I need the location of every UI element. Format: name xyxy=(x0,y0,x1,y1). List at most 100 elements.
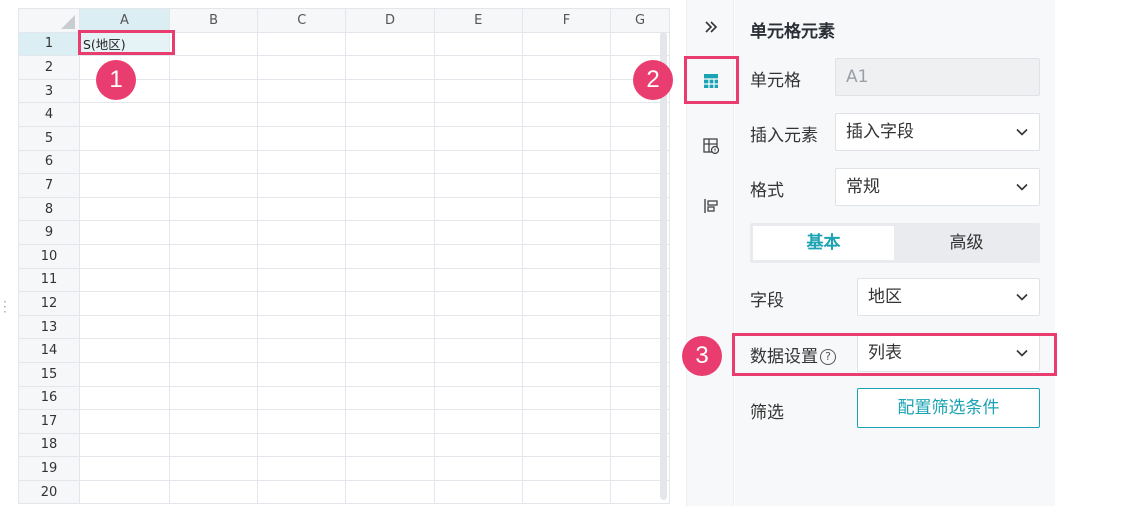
sheet-cell[interactable] xyxy=(79,173,170,198)
sheet-cell[interactable] xyxy=(521,479,612,505)
sheet-cell[interactable] xyxy=(345,267,435,293)
sheet-cell[interactable] xyxy=(433,125,523,151)
row-header[interactable]: 9 xyxy=(18,220,80,245)
sheet-cell[interactable] xyxy=(345,338,435,363)
sheet-cell[interactable] xyxy=(257,173,347,198)
sheet-cell[interactable] xyxy=(168,125,259,151)
sheet-cell[interactable] xyxy=(345,78,435,104)
sheet-cell[interactable] xyxy=(433,385,523,411)
sheet-cell[interactable] xyxy=(257,149,347,175)
sheet-cell[interactable] xyxy=(345,361,435,387)
help-icon[interactable]: ? xyxy=(820,349,836,365)
sheet-cell[interactable] xyxy=(257,55,347,80)
row-header[interactable]: 15 xyxy=(18,361,80,387)
sheet-cell[interactable] xyxy=(521,361,612,387)
row-header[interactable]: 13 xyxy=(18,314,80,340)
row-header[interactable]: 8 xyxy=(18,196,80,222)
sheet-cell[interactable] xyxy=(521,314,612,340)
sheet-cell[interactable] xyxy=(433,409,523,434)
sheet-cell[interactable] xyxy=(433,479,523,505)
column-header-d[interactable]: D xyxy=(345,8,435,33)
sheet-cell[interactable] xyxy=(433,361,523,387)
sheet-cell[interactable] xyxy=(257,31,347,57)
sheet-cell[interactable] xyxy=(257,338,347,363)
row-header[interactable]: 7 xyxy=(18,173,80,198)
tab-advanced[interactable]: 高级 xyxy=(896,226,1037,260)
sheet-cell[interactable] xyxy=(168,78,259,104)
sheet-cell[interactable] xyxy=(79,291,170,316)
sheet-cell[interactable] xyxy=(257,125,347,151)
row-header[interactable]: 17 xyxy=(18,409,80,434)
row-header[interactable]: 20 xyxy=(18,479,80,505)
sheet-cell[interactable] xyxy=(345,385,435,411)
cell-element-tab[interactable] xyxy=(687,66,735,96)
sheet-cell[interactable] xyxy=(433,338,523,363)
sheet-cell[interactable] xyxy=(257,243,347,269)
sheet-cell[interactable] xyxy=(168,409,259,434)
sheet-cell[interactable] xyxy=(521,432,612,458)
sheet-cell[interactable] xyxy=(521,31,612,57)
row-header[interactable]: 5 xyxy=(18,125,80,151)
sheet-cell[interactable] xyxy=(433,220,523,245)
sheet-cell[interactable] xyxy=(521,243,612,269)
sheet-cell[interactable] xyxy=(79,149,170,175)
sheet-cell[interactable] xyxy=(433,243,523,269)
sheet-cell[interactable] xyxy=(168,432,259,458)
sheet-cell[interactable] xyxy=(521,267,612,293)
row-header[interactable]: 11 xyxy=(18,267,80,293)
sheet-cell[interactable] xyxy=(79,125,170,151)
row-header[interactable]: 3 xyxy=(18,78,80,104)
sheet-cell[interactable] xyxy=(345,291,435,316)
row-header[interactable]: 4 xyxy=(18,102,80,127)
select-all-corner[interactable] xyxy=(18,8,80,33)
sheet-cell[interactable] xyxy=(345,173,435,198)
tab-basic[interactable]: 基本 xyxy=(753,226,894,260)
sheet-cell[interactable] xyxy=(345,243,435,269)
sheet-cell[interactable] xyxy=(521,173,612,198)
sheet-cell[interactable] xyxy=(433,432,523,458)
field-select[interactable]: 地区 xyxy=(857,278,1040,316)
sheet-cell[interactable] xyxy=(257,196,347,222)
sheet-cell[interactable] xyxy=(168,479,259,505)
sheet-cell[interactable] xyxy=(345,432,435,458)
sheet-cell[interactable] xyxy=(168,267,259,293)
sheet-cell[interactable] xyxy=(433,55,523,80)
sheet-cell[interactable] xyxy=(257,385,347,411)
sheet-cell[interactable] xyxy=(79,456,170,481)
sheet-cell[interactable] xyxy=(168,361,259,387)
insert-element-select[interactable]: 插入字段 xyxy=(835,113,1040,151)
sheet-cell[interactable] xyxy=(521,385,612,411)
row-header[interactable]: 10 xyxy=(18,243,80,269)
sheet-cell[interactable] xyxy=(521,196,612,222)
sheet-cell[interactable] xyxy=(433,267,523,293)
chart-attribute-tab[interactable] xyxy=(687,191,735,221)
sheet-cell[interactable] xyxy=(521,149,612,175)
sheet-cell[interactable] xyxy=(257,291,347,316)
sheet-cell[interactable] xyxy=(521,291,612,316)
sheet-cell[interactable] xyxy=(345,479,435,505)
sheet-cell[interactable] xyxy=(168,196,259,222)
sheet-cell[interactable] xyxy=(79,361,170,387)
sheet-cell[interactable] xyxy=(257,314,347,340)
column-header-f[interactable]: F xyxy=(521,8,612,33)
row-header[interactable]: 1 xyxy=(18,31,80,57)
sheet-cell[interactable] xyxy=(168,456,259,481)
row-header[interactable]: 14 xyxy=(18,338,80,363)
sheet-cell[interactable] xyxy=(168,55,259,80)
sheet-cell[interactable] xyxy=(257,479,347,505)
sheet-cell[interactable] xyxy=(345,125,435,151)
row-header[interactable]: 16 xyxy=(18,385,80,411)
sheet-cell[interactable] xyxy=(79,338,170,363)
column-header-c[interactable]: C xyxy=(257,8,347,33)
sheet-cell[interactable] xyxy=(433,149,523,175)
sheet-cell[interactable] xyxy=(433,196,523,222)
row-header[interactable]: 19 xyxy=(18,456,80,481)
sheet-cell[interactable] xyxy=(79,220,170,245)
sheet-cell[interactable] xyxy=(345,55,435,80)
column-header-b[interactable]: B xyxy=(168,8,259,33)
sheet-cell[interactable] xyxy=(257,102,347,127)
sheet-cell[interactable] xyxy=(257,220,347,245)
sheet-cell[interactable] xyxy=(79,409,170,434)
sheet-cell[interactable] xyxy=(345,31,435,57)
sheet-cell[interactable] xyxy=(168,102,259,127)
